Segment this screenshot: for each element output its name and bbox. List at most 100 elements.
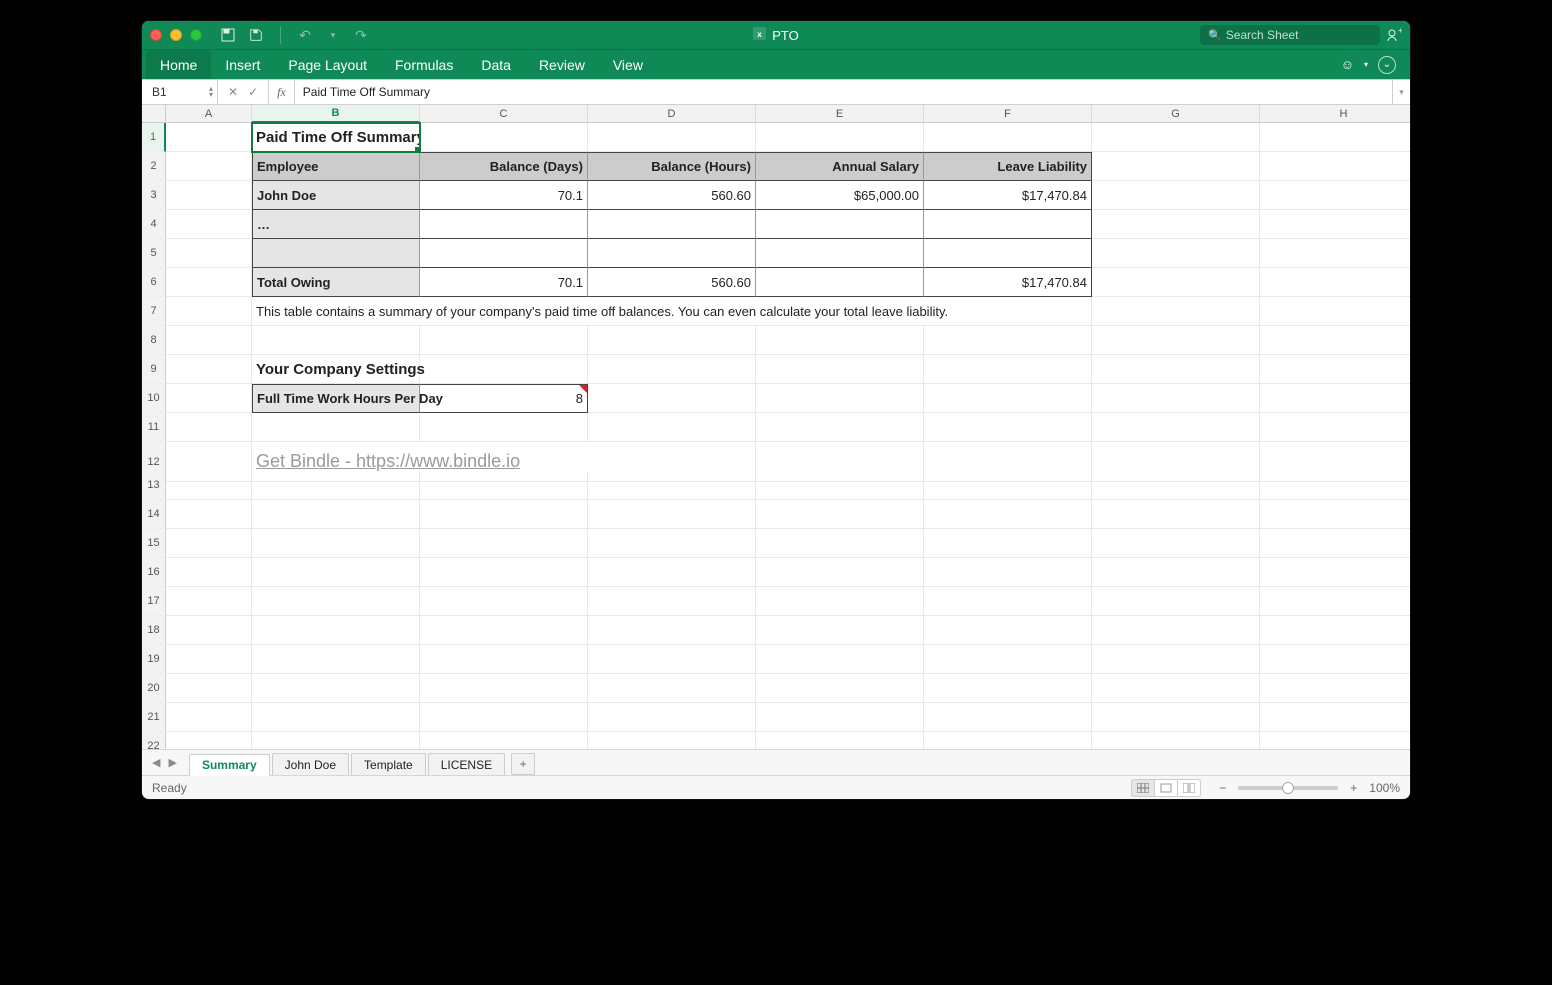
window-minimize-button[interactable] — [170, 29, 182, 41]
table-header-bal-days[interactable]: Balance (Days) — [420, 152, 588, 181]
cell[interactable] — [588, 123, 756, 152]
cell[interactable] — [1260, 239, 1410, 268]
cell[interactable] — [1092, 645, 1260, 674]
cell[interactable] — [756, 413, 924, 442]
ribbon-tab-formulas[interactable]: Formulas — [381, 50, 467, 79]
add-sheet-button[interactable]: + — [511, 753, 535, 775]
cell[interactable] — [1092, 268, 1260, 297]
cell[interactable] — [420, 558, 588, 587]
cell[interactable] — [1092, 210, 1260, 239]
expand-formula-bar-icon[interactable]: ▾ — [1392, 80, 1410, 104]
view-page-layout-button[interactable] — [1154, 779, 1178, 797]
spreadsheet-grid[interactable]: A B C D E F G H 1 Paid Time Off Summary … — [142, 105, 1410, 749]
cell[interactable] — [1260, 732, 1410, 749]
col-header-H[interactable]: H — [1260, 105, 1410, 123]
employee-bal-hours[interactable]: 560.60 — [588, 181, 756, 210]
col-header-E[interactable]: E — [756, 105, 924, 123]
accept-formula-icon[interactable]: ✓ — [248, 85, 258, 99]
cell[interactable] — [756, 558, 924, 587]
smiley-dropdown-icon[interactable]: ▾ — [1364, 60, 1368, 69]
cell[interactable] — [252, 471, 420, 500]
cell[interactable] — [1092, 703, 1260, 732]
cell[interactable] — [756, 500, 924, 529]
col-header-C[interactable]: C — [420, 105, 588, 123]
cell[interactable] — [252, 529, 420, 558]
cell[interactable] — [166, 181, 252, 210]
cell[interactable] — [1260, 645, 1410, 674]
cell[interactable] — [1260, 123, 1410, 152]
cell[interactable] — [252, 674, 420, 703]
zoom-slider[interactable] — [1238, 786, 1338, 790]
cell[interactable] — [924, 210, 1092, 239]
cell[interactable] — [1260, 152, 1410, 181]
cancel-formula-icon[interactable]: ✕ — [228, 85, 238, 99]
row-header[interactable]: 14 — [142, 500, 166, 529]
sheet-nav-next-icon[interactable]: ▶ — [164, 756, 180, 769]
cell-B1[interactable]: Paid Time Off Summary — [252, 123, 420, 152]
cell[interactable] — [588, 471, 756, 500]
cell[interactable] — [1092, 384, 1260, 413]
cell[interactable] — [166, 355, 252, 384]
total-bal-hours[interactable]: 560.60 — [588, 268, 756, 297]
cell[interactable] — [166, 268, 252, 297]
cell[interactable] — [588, 500, 756, 529]
row-header[interactable]: 2 — [142, 152, 166, 181]
cell[interactable] — [166, 326, 252, 355]
cell[interactable] — [420, 529, 588, 558]
cell[interactable] — [166, 297, 252, 326]
cell[interactable] — [756, 587, 924, 616]
cell[interactable] — [756, 355, 924, 384]
cell[interactable] — [924, 732, 1092, 749]
cell[interactable] — [420, 413, 588, 442]
redo-icon[interactable]: ↷ — [353, 27, 369, 43]
cell[interactable] — [924, 587, 1092, 616]
cell[interactable] — [756, 123, 924, 152]
cell[interactable] — [756, 384, 924, 413]
cell[interactable] — [924, 703, 1092, 732]
cell[interactable] — [166, 239, 252, 268]
select-all-corner[interactable] — [142, 105, 166, 123]
cell[interactable] — [756, 645, 924, 674]
cell[interactable] — [420, 123, 588, 152]
ribbon-tab-insert[interactable]: Insert — [211, 50, 274, 79]
cell[interactable] — [166, 674, 252, 703]
autosave-icon[interactable] — [220, 27, 236, 43]
col-header-B[interactable]: B — [252, 105, 420, 123]
cell[interactable] — [252, 616, 420, 645]
sheet-tab-license[interactable]: LICENSE — [428, 753, 505, 775]
cell[interactable] — [924, 384, 1092, 413]
cell[interactable] — [588, 210, 756, 239]
zoom-out-button[interactable]: − — [1215, 781, 1230, 795]
cell[interactable] — [166, 500, 252, 529]
row-header[interactable]: 6 — [142, 268, 166, 297]
cell[interactable] — [756, 529, 924, 558]
table-header-liability[interactable]: Leave Liability — [924, 152, 1092, 181]
cell[interactable] — [924, 413, 1092, 442]
cell[interactable] — [924, 239, 1092, 268]
cell[interactable] — [588, 732, 756, 749]
settings-value[interactable]: 8 — [420, 384, 588, 413]
cell[interactable] — [588, 239, 756, 268]
namebox-dropdown-icon[interactable]: ▴▾ — [209, 86, 213, 98]
cell[interactable] — [166, 529, 252, 558]
cell[interactable] — [420, 732, 588, 749]
cell[interactable] — [1260, 413, 1410, 442]
row-header[interactable]: 10 — [142, 384, 166, 413]
cell[interactable] — [588, 529, 756, 558]
view-normal-button[interactable] — [1131, 779, 1155, 797]
cell[interactable] — [1092, 152, 1260, 181]
cell[interactable] — [756, 471, 924, 500]
sheet-tab-template[interactable]: Template — [351, 753, 426, 775]
zoom-in-button[interactable]: + — [1346, 781, 1361, 795]
row-header[interactable]: 17 — [142, 587, 166, 616]
row-header[interactable]: 9 — [142, 355, 166, 384]
cell[interactable] — [756, 732, 924, 749]
col-header-F[interactable]: F — [924, 105, 1092, 123]
view-page-break-button[interactable] — [1177, 779, 1201, 797]
cell[interactable] — [1092, 500, 1260, 529]
cell[interactable] — [166, 558, 252, 587]
search-input[interactable] — [1226, 28, 1372, 42]
cell[interactable] — [924, 645, 1092, 674]
settings-title[interactable]: Your Company Settings — [252, 355, 420, 384]
window-close-button[interactable] — [150, 29, 162, 41]
